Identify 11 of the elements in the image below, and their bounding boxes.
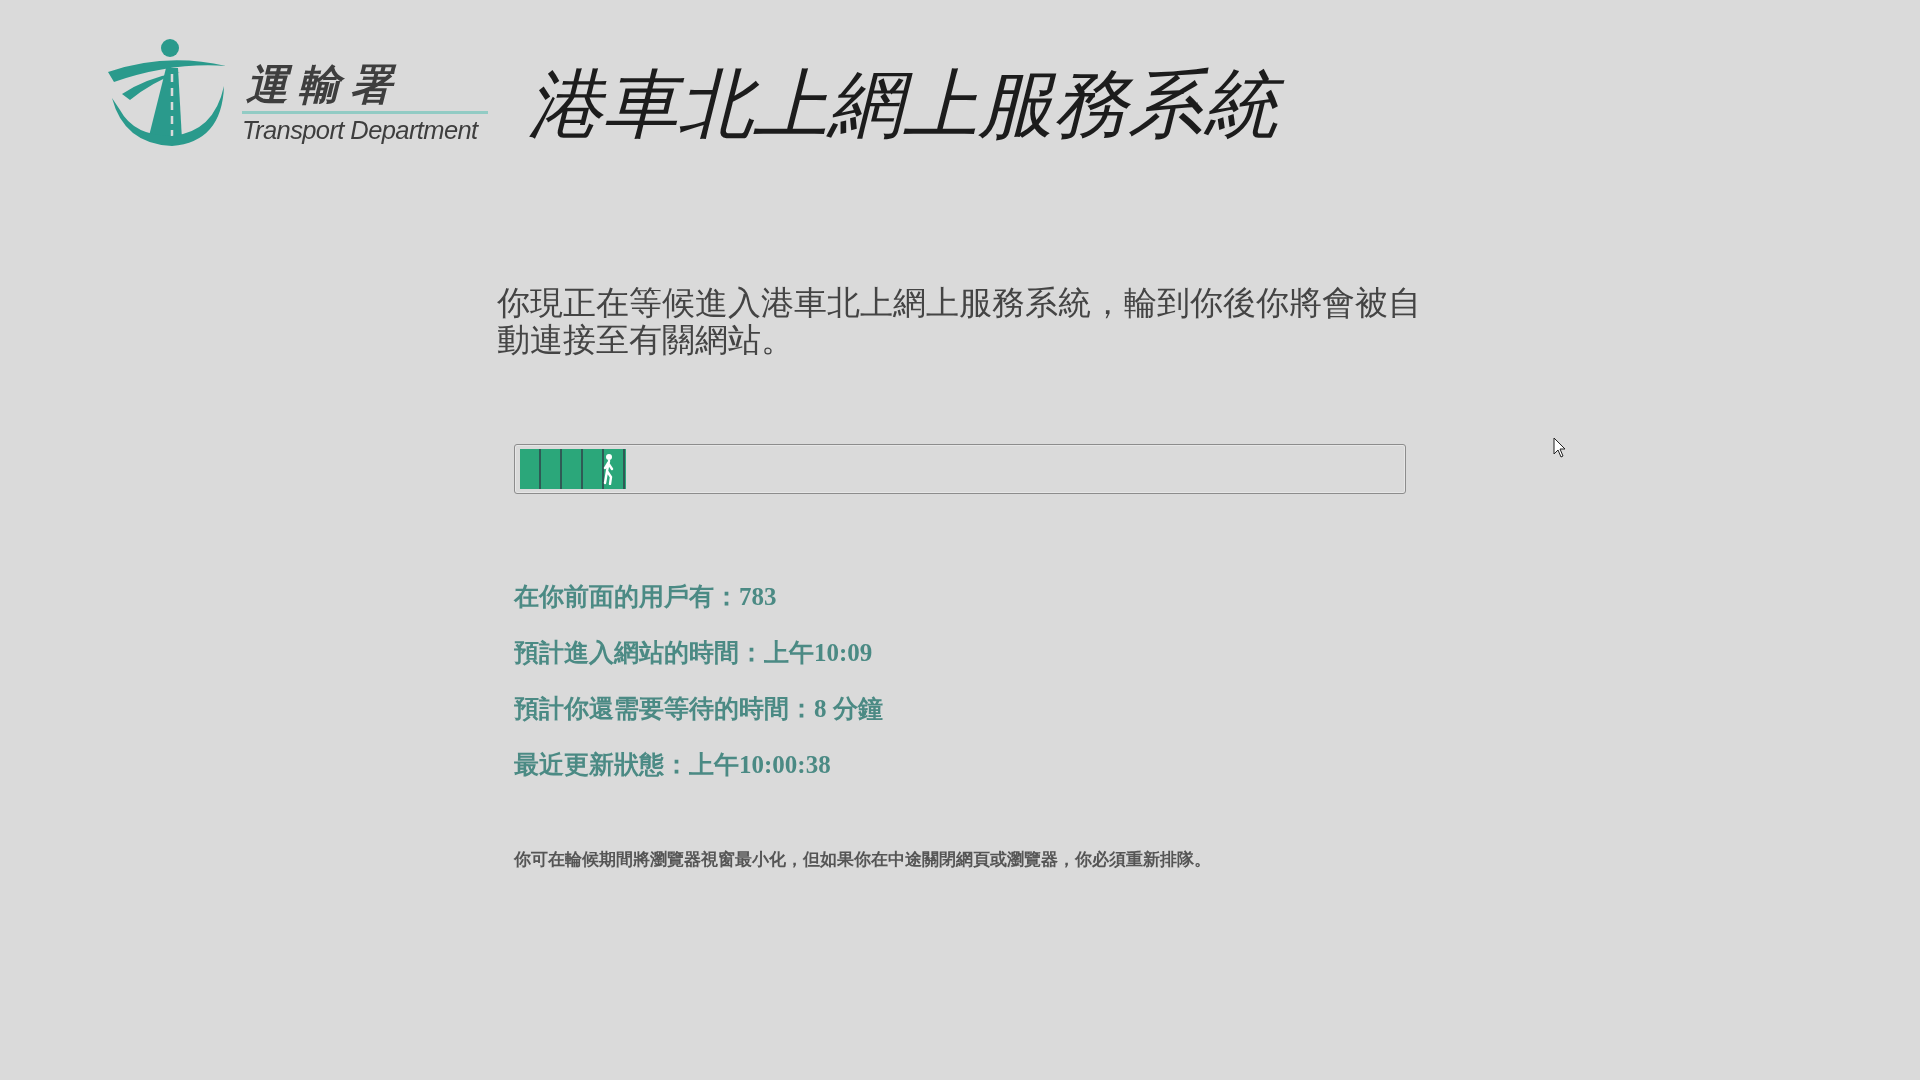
queue-detail-text: 預計進入網站的時間：上午10:09 — [514, 638, 874, 667]
mouse-pointer-icon — [1553, 437, 1567, 459]
queue-detail-text: 最近更新狀態：上午10:00:38 — [514, 750, 832, 779]
walking-person-icon — [601, 453, 616, 485]
queue-detail-text: 預計你還需要等待的時間：8 分鐘 — [514, 694, 883, 723]
logo-chinese-name: 運輸署 — [245, 61, 403, 108]
logo-english-name: Transport Department — [242, 114, 480, 145]
note-text: 你可在輪候期間將瀏覽器視窗最小化，但如果你在中途關閉網頁或瀏覽器，你必須重新排隊。 — [514, 849, 1211, 871]
queue-detail-text: 在你前面的用戶有：783 — [514, 582, 778, 611]
page-title: 港車北上網上服務系統 — [528, 58, 1294, 150]
queue-message: 你現正在等候進入港車北上網上服務系統，輪到你後你將會被自動連接至有關網站。 — [497, 284, 1422, 358]
